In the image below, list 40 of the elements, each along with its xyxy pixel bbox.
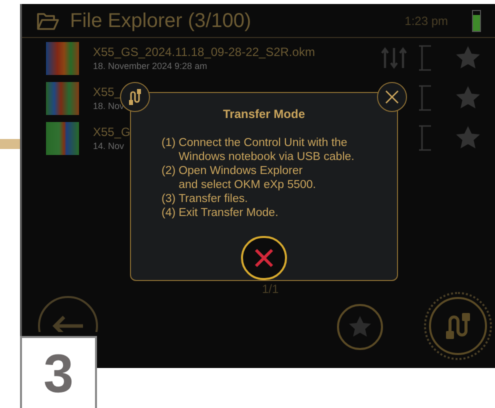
close-icon <box>254 248 274 268</box>
file-name[interactable]: X55_GS_2024.11.18_09-28-22_S2R.okm <box>93 44 315 60</box>
heatmap-thumbnail <box>46 42 79 74</box>
file-date: 18. November 2024 9:28 am <box>93 60 208 72</box>
file-date: 18. Nov <box>93 100 124 112</box>
file-date: 14. Nov <box>93 140 124 152</box>
dialog-title: Transfer Mode <box>222 106 306 123</box>
bracket-icon[interactable] <box>417 125 433 151</box>
file-name[interactable]: X55_G <box>93 124 130 140</box>
battery-icon <box>472 10 481 32</box>
clock-time: 1:23 pm <box>404 12 448 30</box>
heatmap-thumbnail <box>46 122 79 154</box>
cancel-button[interactable] <box>241 236 287 280</box>
favorites-button[interactable] <box>337 304 383 350</box>
step-index: (3) <box>162 192 176 206</box>
star-icon[interactable] <box>455 85 481 111</box>
step-number: 3 <box>20 336 97 408</box>
cable-icon <box>445 311 471 341</box>
sort-icon[interactable] <box>381 47 407 69</box>
close-icon <box>385 90 399 104</box>
star-icon <box>348 315 372 339</box>
heatmap-thumbnail <box>46 82 79 114</box>
folder-icon <box>36 10 60 30</box>
step-index: (4) <box>162 206 176 220</box>
star-icon[interactable] <box>455 125 481 151</box>
step-instruction: Connect the Control Unit with the Windows notebook via USB cable. <box>178 136 354 164</box>
step-instruction: Exit Transfer Mode. <box>178 206 278 220</box>
screen-title: File Explorer (3/100) <box>70 8 252 34</box>
tab-marker <box>0 139 20 149</box>
step-index: (2) <box>162 164 176 179</box>
step-instruction: Open Windows Explorer and select OKM eXp 5500. <box>178 164 316 192</box>
star-icon[interactable] <box>455 45 481 71</box>
bracket-icon[interactable] <box>417 85 433 111</box>
bracket-icon[interactable] <box>417 45 433 71</box>
back-button[interactable] <box>38 296 98 332</box>
close-button[interactable] <box>377 82 407 112</box>
step-index: (1) <box>162 136 176 151</box>
step-instruction: Transfer files. <box>178 192 248 206</box>
page-indicator: 1/1 <box>262 281 279 298</box>
file-name[interactable]: X55_ <box>93 84 122 100</box>
